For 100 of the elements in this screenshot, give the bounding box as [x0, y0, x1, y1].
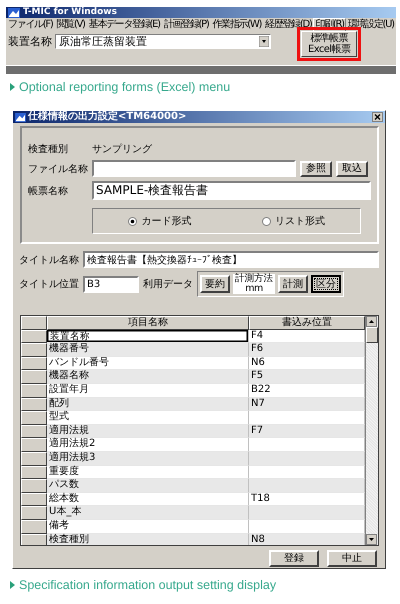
- row-header[interactable]: [21, 492, 47, 506]
- table-cell[interactable]: 適用法規3: [47, 452, 249, 466]
- field-value: サンプリング: [92, 142, 152, 156]
- table-cell[interactable]: F5: [249, 370, 365, 384]
- table-cell[interactable]: T18: [249, 492, 365, 506]
- table-cell[interactable]: U本_本: [47, 506, 249, 520]
- table-cell[interactable]: 適用法規: [47, 424, 249, 438]
- triangle-bullet-icon: [10, 581, 15, 589]
- app-icon: [15, 112, 26, 122]
- summary-button[interactable]: 要約: [200, 275, 230, 293]
- measurement-method-label: 計測方法: [235, 274, 273, 284]
- dropdown-arrow-icon[interactable]: [259, 36, 269, 47]
- radio-label: カード形式: [141, 214, 192, 228]
- table-cell[interactable]: [249, 520, 365, 534]
- table-cell[interactable]: 配列: [47, 398, 249, 412]
- radio-icon[interactable]: [128, 216, 138, 226]
- cancel-button[interactable]: 中止: [327, 550, 377, 567]
- corner-header: [21, 316, 47, 330]
- title-position-input[interactable]: B3: [83, 276, 139, 292]
- row-header[interactable]: [21, 479, 47, 493]
- menu-item[interactable]: 閲覧(V): [54, 18, 87, 32]
- table-cell[interactable]: [249, 479, 365, 493]
- browse-button[interactable]: 参照: [300, 160, 332, 176]
- measure-button[interactable]: 計測: [278, 275, 308, 293]
- row-header[interactable]: [21, 534, 47, 545]
- column-header: 項目名称: [47, 316, 249, 330]
- table-cell[interactable]: 型式: [47, 411, 249, 425]
- menu-option[interactable]: 標準帳票: [310, 33, 348, 44]
- table-cell[interactable]: [249, 438, 365, 452]
- table-cell[interactable]: バンドル番号: [47, 356, 249, 370]
- table-cell[interactable]: パス数: [47, 479, 249, 493]
- field-label: 利用データ: [143, 278, 193, 291]
- row-header[interactable]: [21, 438, 47, 452]
- row-header[interactable]: [21, 330, 47, 344]
- field-label: 帳票名称: [28, 184, 69, 198]
- field-label: タイトル位置: [19, 278, 79, 291]
- radio-label: リスト形式: [274, 214, 325, 228]
- menu-item[interactable]: 作業指示(W): [210, 18, 264, 32]
- window-title: T-MIC for Windows: [23, 7, 117, 18]
- scrollbar[interactable]: [365, 316, 378, 545]
- table-cell[interactable]: [249, 452, 365, 466]
- menu-item[interactable]: ファイル(F): [6, 18, 54, 32]
- scroll-up-icon[interactable]: [366, 316, 377, 327]
- field-label: タイトル名称: [19, 254, 79, 266]
- menu-item[interactable]: 計画登録(P): [162, 18, 210, 32]
- table-cell[interactable]: N7: [249, 398, 365, 412]
- row-header[interactable]: [21, 370, 47, 384]
- radio-option[interactable]: リスト形式: [262, 214, 325, 228]
- table-cell[interactable]: F7: [249, 424, 365, 438]
- table-cell[interactable]: 備考: [47, 520, 249, 534]
- table-cell[interactable]: F6: [249, 343, 365, 357]
- caption: Specification information output setting display: [19, 578, 276, 592]
- row-header[interactable]: [21, 424, 47, 438]
- table-cell[interactable]: 装置名称: [47, 330, 249, 344]
- row-header[interactable]: [21, 343, 47, 357]
- row-header[interactable]: [21, 411, 47, 425]
- table-cell[interactable]: [249, 466, 365, 480]
- category-button[interactable]: 区分: [311, 275, 341, 293]
- table-cell[interactable]: F4: [249, 330, 365, 344]
- triangle-bullet-icon: [10, 83, 15, 91]
- file-name-input[interactable]: [92, 160, 296, 177]
- table-cell[interactable]: B22: [249, 384, 365, 398]
- menu-item[interactable]: 基本データ登録(E): [86, 18, 162, 32]
- field-label: ファイル名称: [28, 162, 88, 176]
- row-header[interactable]: [21, 384, 47, 398]
- table-cell[interactable]: N8: [249, 534, 365, 545]
- form-name-input[interactable]: SAMPLE-検査報告書: [92, 181, 371, 200]
- table-cell[interactable]: [249, 411, 365, 425]
- row-header[interactable]: [21, 520, 47, 534]
- radio-option[interactable]: カード形式: [128, 214, 192, 228]
- radio-icon[interactable]: [262, 216, 271, 226]
- caption: Optional reporting forms (Excel) menu: [19, 80, 230, 94]
- app-icon: [8, 8, 20, 18]
- table-cell[interactable]: 機器名称: [47, 370, 249, 384]
- scroll-thumb[interactable]: [366, 327, 378, 343]
- device-label: 装置名称: [8, 34, 52, 49]
- table-cell[interactable]: 設置年月: [47, 384, 249, 398]
- row-header[interactable]: [21, 452, 47, 466]
- row-header[interactable]: [21, 398, 47, 412]
- scroll-down-icon[interactable]: [366, 534, 377, 545]
- row-header[interactable]: [21, 506, 47, 520]
- register-button[interactable]: 登録: [269, 550, 319, 567]
- row-header[interactable]: [21, 356, 47, 370]
- menu-option[interactable]: Excel帳票: [308, 44, 350, 55]
- table-cell[interactable]: 重要度: [47, 466, 249, 480]
- table-cell[interactable]: 適用法規2: [47, 438, 249, 452]
- column-header: 書込み位置: [249, 316, 365, 330]
- table-cell[interactable]: 機器番号: [47, 343, 249, 357]
- dialog-title: 仕様情報の出力設定<TM64000>: [28, 111, 188, 123]
- table-cell[interactable]: 総本数: [47, 492, 249, 506]
- close-icon[interactable]: [372, 112, 383, 122]
- measurement-unit: mm: [245, 284, 263, 294]
- import-button[interactable]: 取込: [336, 160, 368, 176]
- device-dropdown[interactable]: 原油常圧蒸留装置: [55, 34, 271, 49]
- table-cell[interactable]: [249, 506, 365, 520]
- title-name-input[interactable]: 検査報告書【熱交換器ﾁｭｰﾌﾞ検査】: [83, 251, 379, 268]
- row-header[interactable]: [21, 466, 47, 480]
- table-cell[interactable]: 検査種別: [47, 534, 249, 545]
- table-cell[interactable]: N6: [249, 356, 365, 370]
- field-label: 検査種別: [28, 142, 69, 156]
